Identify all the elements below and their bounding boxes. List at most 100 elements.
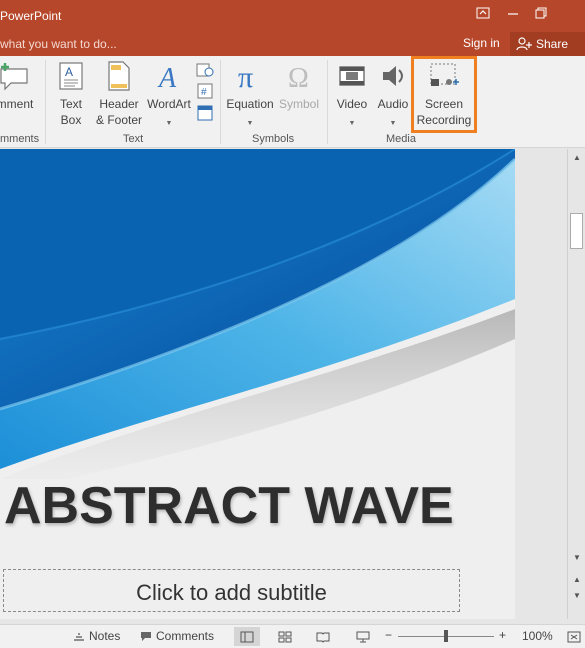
equation-dropdown-icon: ▼ xyxy=(246,120,254,127)
ribbon-display-options-icon xyxy=(476,7,489,19)
symbol-label: Symbol xyxy=(278,97,319,111)
vertical-scrollbar[interactable]: ▲ ▼ ▲ ▼ xyxy=(567,149,585,619)
comments-label: Comments xyxy=(156,629,215,643)
svg-text:Ω: Ω xyxy=(288,63,309,91)
slide-sorter-icon xyxy=(278,631,292,642)
speaker-icon xyxy=(383,66,403,86)
comment-icon xyxy=(0,63,28,91)
date-time-icon xyxy=(196,63,214,77)
new-comment-button[interactable]: mment xyxy=(0,56,40,134)
symbols-group-label: Symbols xyxy=(252,133,295,145)
share-button[interactable]: Share xyxy=(510,32,585,56)
audio-label: Audio xyxy=(377,97,409,111)
slide-show-button[interactable] xyxy=(350,627,376,646)
slide-editor: ABSTRACT WAVE Click to add subtitle xyxy=(0,149,567,619)
slide-title[interactable]: ABSTRACT WAVE xyxy=(4,476,454,536)
slide-number-button[interactable]: # xyxy=(196,83,214,99)
video-label: Video xyxy=(336,97,368,111)
wordart-label: WordArt xyxy=(147,97,191,111)
ribbon-insert-tab: mment mments A Text Box Header & Footer … xyxy=(0,56,585,148)
comment-label: mment xyxy=(0,97,34,111)
chevron-down-icon: ▼ xyxy=(573,553,581,562)
group-divider xyxy=(220,60,221,144)
equation-button[interactable]: π Equation ▼ xyxy=(224,56,276,134)
wordart-button[interactable]: A WordArt ▼ xyxy=(146,56,192,134)
restore-icon xyxy=(535,7,546,19)
zoom-slider-thumb[interactable] xyxy=(444,630,448,642)
svg-text:A: A xyxy=(157,63,177,91)
object-icon xyxy=(197,105,213,121)
video-dropdown-icon: ▼ xyxy=(348,120,356,127)
comments-group-label: mments xyxy=(0,133,40,145)
fit-slide-button[interactable] xyxy=(561,627,585,646)
reading-view-icon xyxy=(316,632,330,643)
svg-text:#: # xyxy=(201,87,207,98)
fit-to-window-icon xyxy=(567,631,581,642)
restore-button[interactable] xyxy=(526,0,555,26)
omega-icon: Ω xyxy=(288,63,309,91)
zoom-level[interactable]: 100% xyxy=(522,629,553,643)
notes-button[interactable]: Notes xyxy=(73,629,120,643)
symbol-button[interactable]: Ω Symbol xyxy=(276,56,322,134)
minimize-button[interactable] xyxy=(498,0,527,26)
zoom-out-button[interactable]: − xyxy=(385,628,392,642)
video-button[interactable]: Video ▼ xyxy=(333,56,371,134)
scroll-up-button[interactable]: ▲ xyxy=(569,151,585,165)
zoom-in-button[interactable]: + xyxy=(499,628,506,642)
wave-graphic xyxy=(0,149,515,479)
text-group-label: Text xyxy=(123,133,144,145)
comments-button[interactable]: Comments xyxy=(140,629,214,643)
ribbon-display-options-button[interactable] xyxy=(468,0,497,26)
subtitle-placeholder-text: Click to add subtitle xyxy=(136,580,327,605)
text-box-icon: A xyxy=(59,62,83,90)
film-icon xyxy=(339,66,365,86)
header-footer-icon xyxy=(108,61,130,91)
text-box-label-2: Box xyxy=(60,113,82,127)
group-divider xyxy=(45,60,46,144)
wordart-dropdown-icon: ▼ xyxy=(165,120,173,127)
app-title: PowerPoint xyxy=(0,9,62,23)
slide-show-icon xyxy=(356,631,370,642)
comment-bubble-icon xyxy=(141,631,151,641)
reading-view-button[interactable] xyxy=(310,627,336,646)
sign-in-link[interactable]: Sign in xyxy=(463,36,500,50)
slide-number-icon: # xyxy=(197,83,213,99)
previous-slide-button[interactable]: ▲ xyxy=(569,573,585,587)
double-chevron-down-icon: ▼ xyxy=(573,591,581,600)
wordart-icon: A xyxy=(157,63,177,91)
status-bar: Notes Comments − + 100% xyxy=(0,624,585,648)
pi-icon: π xyxy=(238,61,253,91)
highlight-box xyxy=(411,56,477,133)
tell-me-input[interactable]: what you want to do... xyxy=(0,35,300,53)
audio-button[interactable]: Audio ▼ xyxy=(373,56,413,134)
scroll-down-button[interactable]: ▼ xyxy=(569,551,585,565)
double-chevron-up-icon: ▲ xyxy=(573,575,581,584)
normal-view-icon xyxy=(240,631,254,642)
header-footer-label-2: & Footer xyxy=(95,113,143,127)
audio-dropdown-icon: ▼ xyxy=(389,120,397,127)
person-add-icon xyxy=(516,37,532,51)
text-box-label-1: Text xyxy=(59,97,82,111)
normal-view-button[interactable] xyxy=(234,627,260,646)
equation-label: Equation xyxy=(226,97,274,111)
text-box-button[interactable]: A Text Box xyxy=(52,56,90,134)
notes-icon xyxy=(74,633,84,641)
next-slide-button[interactable]: ▼ xyxy=(569,589,585,603)
tell-me-bar: what you want to do... Sign in Share xyxy=(0,32,585,56)
svg-text:π: π xyxy=(238,61,253,91)
minimize-icon xyxy=(507,13,518,15)
scrollbar-thumb[interactable] xyxy=(570,213,583,249)
header-footer-button[interactable]: Header & Footer xyxy=(92,56,146,134)
group-divider xyxy=(327,60,328,144)
subtitle-placeholder[interactable]: Click to add subtitle xyxy=(3,569,460,612)
slide-canvas[interactable]: ABSTRACT WAVE Click to add subtitle xyxy=(0,149,515,619)
object-button[interactable] xyxy=(196,105,214,121)
date-time-button[interactable] xyxy=(196,62,214,78)
notes-label: Notes xyxy=(89,629,121,643)
share-label: Share xyxy=(536,37,569,51)
slide-sorter-button[interactable] xyxy=(272,627,298,646)
header-footer-label-1: Header xyxy=(99,97,139,111)
media-group-label: Media xyxy=(386,133,416,145)
powerpoint-window: PowerPoint what you want to do... Sign i… xyxy=(0,0,585,648)
svg-text:A: A xyxy=(65,65,73,79)
